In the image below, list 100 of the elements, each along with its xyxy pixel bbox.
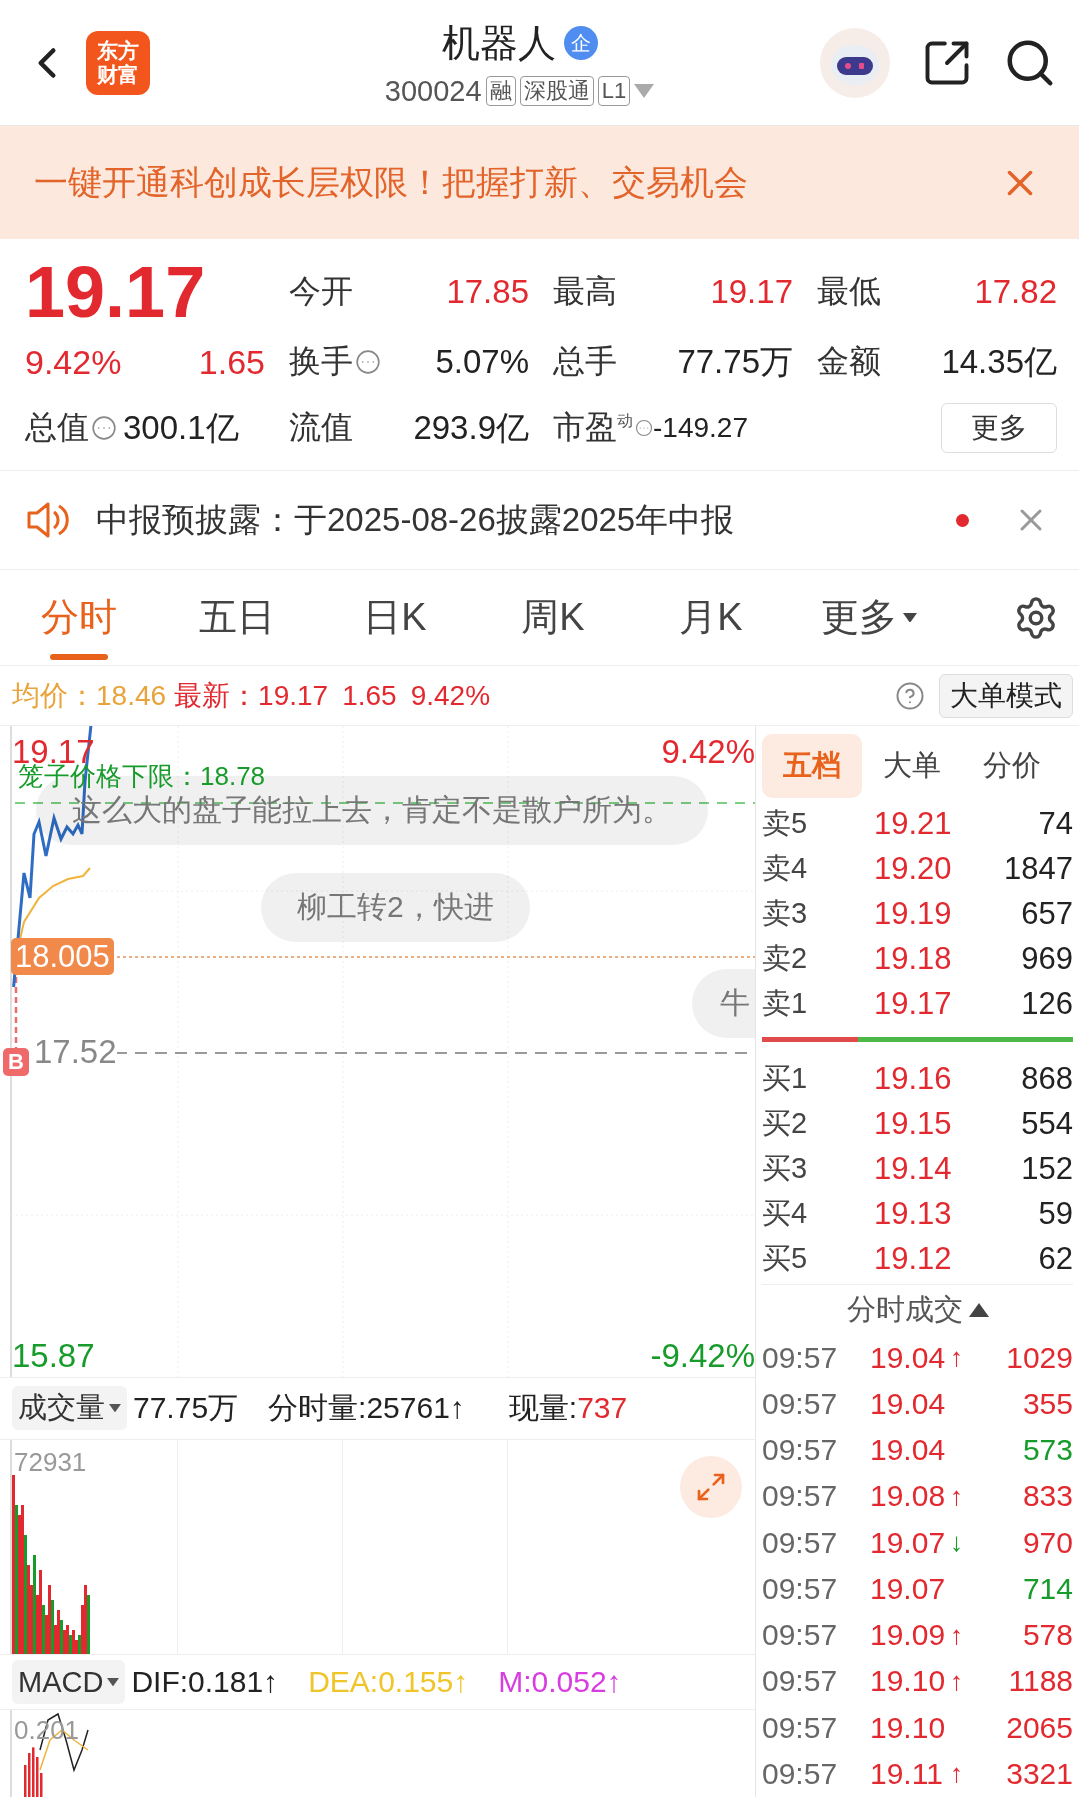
level-label: 买1 <box>762 1061 809 1097</box>
level-volume: 969 <box>1020 941 1073 978</box>
trade-time: 09:57 <box>762 1664 839 1699</box>
caret-icon <box>903 612 917 623</box>
chart-tab[interactable]: 日K <box>316 569 474 666</box>
chart-tab[interactable]: 更多 <box>790 569 948 666</box>
stat-label: 今开 <box>289 272 353 311</box>
buy-marker: B <box>3 1048 29 1076</box>
minute-volume: 分时量:25761↑ <box>268 1389 465 1426</box>
chart-tab[interactable]: 月K <box>632 569 790 666</box>
percent-low-label: -9.42% <box>650 1338 755 1375</box>
stat-label: 最高 <box>553 272 617 311</box>
comment-bubble: 牛 <box>692 969 755 1038</box>
big-order-mode-button[interactable]: 大单模式 <box>939 673 1073 718</box>
trend-arrow: ↑ <box>950 1758 964 1790</box>
price-low-label: 15.87 <box>12 1338 95 1375</box>
trade-price: 19.04 <box>870 1340 947 1375</box>
indicator-dropdown[interactable]: 成交量 <box>12 1386 127 1431</box>
trade-price: 19.09 <box>870 1618 947 1653</box>
change-amount: 1.65 <box>198 342 265 382</box>
more-button[interactable]: 更多 <box>941 403 1057 453</box>
robot-avatar-icon[interactable] <box>819 26 891 99</box>
chart-tab[interactable]: 五日 <box>158 569 316 666</box>
trade-price: 19.07 <box>870 1571 947 1606</box>
level-label: 买2 <box>762 1106 809 1142</box>
m-value: M:0.052↑ <box>498 1665 622 1700</box>
help-icon[interactable] <box>895 680 925 711</box>
trades-title[interactable]: 分时成交 <box>846 1289 963 1330</box>
cost-price-tag: 18.005 <box>11 938 114 975</box>
level-price: 19.13 <box>874 1196 953 1233</box>
trade-volume: 833 <box>1021 1479 1073 1514</box>
level-label: 卖2 <box>762 941 809 977</box>
current-volume: 737 <box>577 1391 628 1426</box>
trade-time: 09:57 <box>762 1571 839 1606</box>
trend-arrow: ↑ <box>950 1480 964 1512</box>
trade-time: 09:57 <box>762 1479 839 1514</box>
level-label: 卖1 <box>762 986 809 1022</box>
indicator-dropdown[interactable]: MACD <box>12 1660 126 1705</box>
stock-tag: L1 <box>597 76 631 106</box>
trade-volume: 714 <box>1021 1571 1073 1606</box>
trade-volume: 578 <box>1021 1618 1073 1653</box>
stock-name: 机器人 <box>441 20 556 66</box>
trade-price: 19.10 <box>870 1664 947 1699</box>
stat-label: 换手 <box>289 342 353 381</box>
enterprise-badge: 企 <box>563 26 598 60</box>
stat-value: 293.9亿 <box>413 407 529 448</box>
average-price: 均价：18.46 <box>12 678 167 713</box>
percent-high-label: 9.42% <box>661 734 755 771</box>
speaker-icon <box>26 500 70 540</box>
trade-time: 09:57 <box>762 1433 839 1468</box>
level-volume: 126 <box>1020 986 1073 1023</box>
caret-icon <box>968 1302 989 1317</box>
level-volume: 59 <box>1037 1196 1073 1233</box>
level-volume: 657 <box>1020 896 1073 933</box>
trade-time: 09:57 <box>762 1756 839 1791</box>
stat-label: 金额 <box>817 342 881 381</box>
stat-value: 5.07% <box>435 343 529 381</box>
trade-price: 19.08 <box>870 1479 947 1514</box>
stat-value: 14.35亿 <box>941 341 1057 382</box>
trade-price: 19.07 <box>870 1525 947 1560</box>
change-amount: 1.65 <box>342 679 397 712</box>
latest-price: 最新：19.17 <box>174 678 329 713</box>
level-volume: 868 <box>1020 1061 1073 1098</box>
trade-price: 19.04 <box>870 1386 947 1421</box>
order-book-tab[interactable]: 分价 <box>962 734 1062 798</box>
trend-arrow: ↓ <box>950 1527 964 1559</box>
level-label: 卖3 <box>762 896 809 932</box>
caret-icon <box>107 1678 120 1687</box>
current-price: 19.17 <box>25 256 207 328</box>
stock-tag: 融 <box>485 76 516 106</box>
trend-arrow: ↑ <box>950 1342 964 1374</box>
level-price: 19.19 <box>874 896 953 933</box>
stat-value: 17.82 <box>974 273 1057 311</box>
stat-value: -149.27 <box>653 412 748 444</box>
notice-text[interactable]: 中报预披露：于2025-08-26披露2025年中报 <box>96 497 930 543</box>
change-percent: 9.42% <box>410 679 491 712</box>
level-price: 19.12 <box>874 1241 953 1278</box>
change-percent: 9.42% <box>25 342 122 382</box>
stat-value: 77.75万 <box>677 341 793 382</box>
level-volume: 1847 <box>1003 851 1073 888</box>
stat-label: 市盈$^{动}$ <box>553 408 633 447</box>
level-price: 19.14 <box>874 1151 953 1188</box>
stat-value: 300.1亿 <box>123 407 239 448</box>
trade-price: 19.10 <box>870 1710 947 1745</box>
trade-time: 09:57 <box>762 1340 839 1375</box>
level-label: 卖5 <box>762 806 809 842</box>
trade-time: 09:57 <box>762 1710 839 1745</box>
trade-volume: 1188 <box>1007 1664 1073 1699</box>
app-logo: 东方 财富 <box>86 30 150 95</box>
current-volume-label: 现量: <box>508 1389 578 1426</box>
order-book-tab[interactable]: 大单 <box>862 734 962 798</box>
total-volume: 77.75万 <box>133 1389 239 1426</box>
dropdown-caret-icon <box>634 84 655 98</box>
trade-time: 09:57 <box>762 1386 839 1421</box>
stock-tag: 深股通 <box>519 76 594 106</box>
level-price: 19.18 <box>874 941 953 978</box>
level-price: 19.15 <box>874 1106 953 1143</box>
chart-tab[interactable]: 周K <box>474 569 632 666</box>
trade-time: 09:57 <box>762 1618 839 1653</box>
stat-label: 最低 <box>817 272 881 311</box>
